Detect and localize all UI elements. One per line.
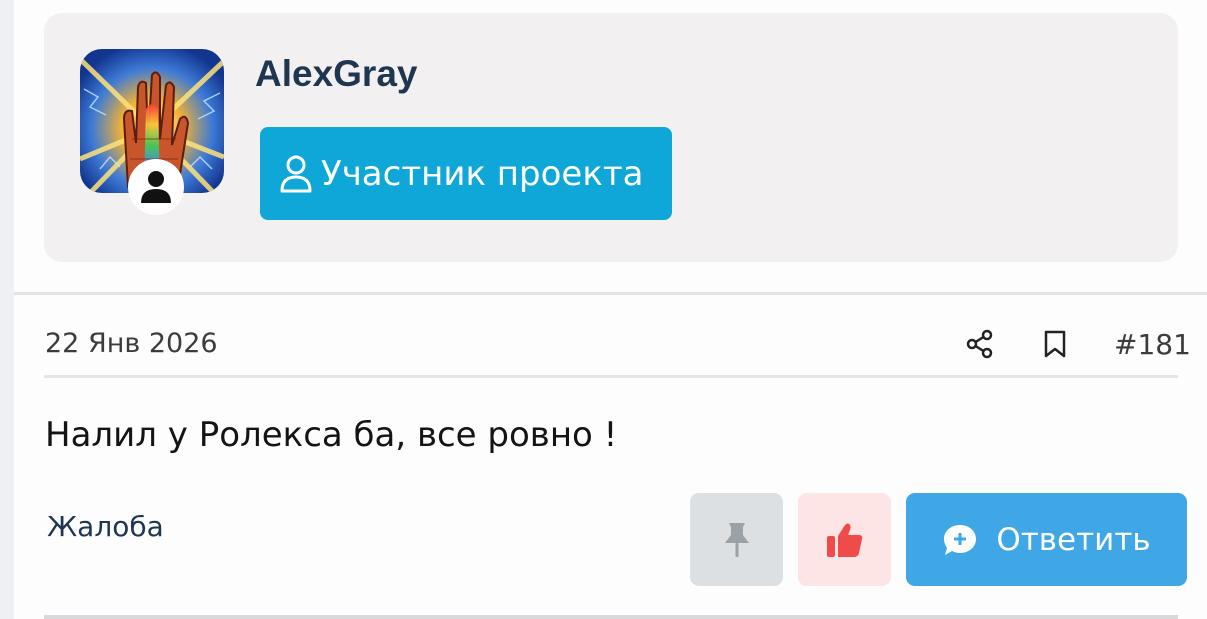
- author-username[interactable]: AlexGray: [255, 53, 418, 95]
- post-number[interactable]: #181: [1114, 328, 1191, 361]
- like-button[interactable]: [798, 493, 891, 586]
- pin-button[interactable]: [690, 493, 783, 586]
- bookmark-icon[interactable]: [1038, 326, 1072, 362]
- user-outline-icon: [280, 155, 312, 192]
- thumbs-up-icon: [826, 523, 862, 557]
- report-link[interactable]: Жалоба: [47, 510, 164, 543]
- divider: [44, 615, 1178, 619]
- left-rail: [0, 0, 14, 619]
- role-badge: Участник проекта: [260, 127, 672, 220]
- reply-button[interactable]: Ответить: [906, 493, 1187, 586]
- post-date[interactable]: 22 Янв 2026: [45, 328, 218, 359]
- user-badge: [128, 159, 184, 215]
- user-silhouette-icon: [141, 171, 171, 203]
- post-body: Налил у Ролекса ба, все ровно !: [45, 415, 618, 455]
- reply-button-label: Ответить: [996, 521, 1151, 558]
- role-badge-label: Участник проекта: [321, 153, 644, 194]
- divider: [44, 375, 1178, 378]
- pin-icon: [724, 522, 749, 557]
- share-icon[interactable]: [962, 326, 998, 362]
- reply-bubble-icon: [944, 524, 977, 555]
- author-card: AlexGray Участник проекта: [44, 13, 1178, 262]
- divider: [14, 292, 1207, 295]
